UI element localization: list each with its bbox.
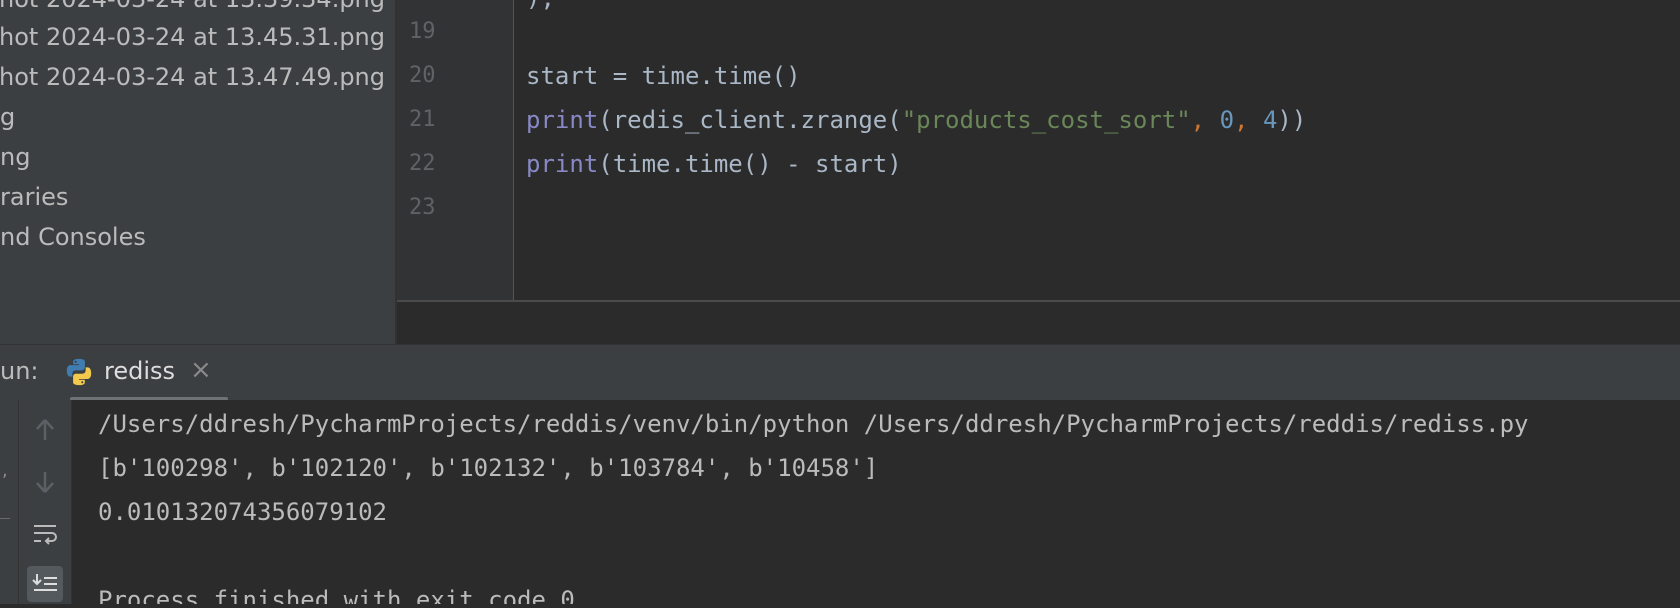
- console-line: 0.010132074356079102: [98, 498, 387, 526]
- close-icon[interactable]: ×: [190, 355, 212, 385]
- gutter-divider: [513, 0, 514, 300]
- project-tree-item[interactable]: hot 2024-03-24 at 13.39.34.png: [0, 0, 385, 18]
- code-line-print-time: print(time.time() - start): [526, 150, 902, 178]
- code-line-print-zrange: print(redis_client.zrange("products_cost…: [526, 106, 1307, 134]
- project-tree-item-external-libraries[interactable]: raries: [0, 178, 68, 216]
- code-line: start = time.time(): [526, 62, 801, 90]
- run-toolbar: [18, 400, 72, 604]
- arrow-up-icon[interactable]: [27, 412, 63, 448]
- project-tree-item[interactable]: ng: [0, 138, 30, 176]
- console-output[interactable]: /Users/ddresh/PycharmProjects/reddis/ven…: [72, 400, 1680, 604]
- console-line-exit: Process finished with exit code 0: [98, 586, 575, 604]
- run-tab-rediss[interactable]: rediss ×: [56, 345, 228, 397]
- editor-empty-area: [397, 302, 1680, 344]
- code-editor[interactable]: ), 19 20 start = time.time() 21 print(re…: [397, 0, 1680, 300]
- run-tab-label: rediss: [104, 357, 176, 385]
- project-tree-item[interactable]: hot 2024-03-24 at 13.45.31.png: [0, 18, 385, 56]
- line-number: 19: [409, 19, 436, 44]
- line-number: 20: [409, 63, 436, 88]
- console-line-command: /Users/ddresh/PycharmProjects/reddis/ven…: [98, 410, 1529, 438]
- console-line: [b'100298', b'102120', b'102132', b'1037…: [98, 454, 879, 482]
- soft-wrap-icon[interactable]: [27, 516, 63, 552]
- project-tree-item[interactable]: hot 2024-03-24 at 13.47.49.png: [0, 58, 385, 96]
- run-toolwindow-header: un: rediss ×: [0, 344, 1680, 401]
- run-label: un:: [0, 357, 39, 385]
- project-tree-panel: hot 2024-03-24 at 13.39.34.png hot 2024-…: [0, 0, 395, 344]
- arrow-down-icon[interactable]: [27, 464, 63, 500]
- tool-window-side-strip: ,: [0, 400, 18, 604]
- line-number: 21: [409, 107, 436, 132]
- code-line: ),: [526, 0, 555, 18]
- stripe-marker-icon: ,: [2, 460, 8, 481]
- project-tree-item-scratches[interactable]: nd Consoles: [0, 218, 146, 256]
- stripe-divider: [0, 518, 10, 519]
- python-icon: [66, 358, 92, 386]
- project-tree-item[interactable]: g: [0, 98, 15, 136]
- line-number: 23: [409, 195, 436, 220]
- line-number: 22: [409, 151, 436, 176]
- scroll-to-end-icon[interactable]: [27, 566, 63, 602]
